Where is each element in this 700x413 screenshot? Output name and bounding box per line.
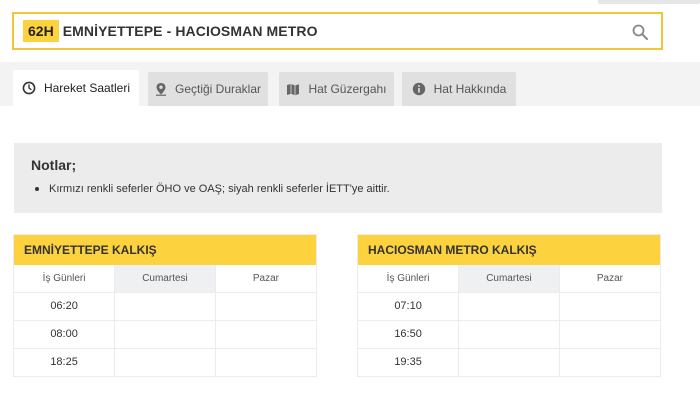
tab-label: Hareket Saatleri [43,81,131,95]
column-header-is-gunleri[interactable]: İş Günleri [358,265,460,293]
departure-time [559,320,660,349]
departure-time [114,292,216,321]
departure-time [458,292,560,321]
map-pin-icon [155,83,166,96]
departure-time: 19:35 [358,348,460,376]
table-row: 19:35 [358,348,660,376]
departure-time: 16:50 [358,320,460,349]
table-row: 07:10 [358,292,660,321]
column-header-pazar[interactable]: Pazar [215,265,316,293]
route-search-box[interactable]: 62H EMNİYETTEPE - HACIOSMAN METRO [12,12,663,50]
tab-gectigi-duraklar[interactable]: Geçtiği Duraklar [148,72,268,106]
tabs-bar: Hareket Saatleri Geçtiği Duraklar Hat Gü… [0,62,700,106]
table-row: 08:00 [14,320,316,349]
table-row: 06:20 [14,292,316,321]
top-right-panel-edge [598,0,700,4]
table-row: 16:50 [358,320,660,349]
departure-time [114,320,216,349]
tab-hat-guzergahi[interactable]: Hat Güzergahı [279,72,394,106]
tab-label: Geçtiği Duraklar [174,82,262,96]
notes-item: Kırmızı renkli seferler ÖHO ve OAŞ; siya… [31,183,645,195]
departure-time [215,320,316,349]
schedule-emniyettepe: EMNİYETTEPE KALKIŞ İş Günleri Cumartesi … [13,234,317,377]
tab-hareket-saatleri[interactable]: Hareket Saatleri [13,70,139,106]
route-name: EMNİYETTEPE - HACIOSMAN METRO [62,23,318,39]
departure-time [458,320,560,349]
departure-time: 06:20 [14,292,116,321]
departure-time [458,348,560,376]
tab-content-area: Notlar; Kırmızı renkli seferler ÖHO ve O… [0,106,700,413]
notes-item-text: Kırmızı renkli seferler ÖHO ve OAŞ; siya… [49,183,390,195]
notes-panel: Notlar; Kırmızı renkli seferler ÖHO ve O… [14,143,662,213]
departure-time [114,348,216,376]
info-icon [412,82,425,96]
table-row: 18:25 [14,348,316,376]
tab-label: Hat Hakkında [433,82,507,96]
column-header-pazar[interactable]: Pazar [559,265,660,293]
notes-title: Notlar; [31,157,77,173]
departure-time [559,292,660,321]
schedule-table: İş Günleri Cumartesi Pazar 07:10 16:50 1… [358,265,660,376]
departure-time: 08:00 [14,320,116,349]
clock-icon [22,81,36,95]
schedule-haciosman-metro: HACIOSMAN METRO KALKIŞ İş Günleri Cumart… [357,234,661,377]
departure-time [559,348,660,376]
map-icon [287,83,300,95]
route-code-badge: 62H [23,20,59,42]
departure-time: 18:25 [14,348,116,376]
column-header-cumartesi[interactable]: Cumartesi [114,265,216,293]
tab-label: Hat Güzergahı [308,82,387,96]
tab-hat-hakkinda[interactable]: Hat Hakkında [402,72,516,106]
schedule-table: İş Günleri Cumartesi Pazar 06:20 08:00 1… [14,265,316,376]
departure-time: 07:10 [358,292,460,321]
column-header-cumartesi[interactable]: Cumartesi [458,265,560,293]
bullet-icon [35,187,39,191]
schedule-title: HACIOSMAN METRO KALKIŞ [358,235,660,265]
column-header-is-gunleri[interactable]: İş Günleri [14,265,116,293]
departure-time [215,292,316,321]
departure-time [215,348,316,376]
search-icon[interactable] [631,23,649,41]
schedule-title: EMNİYETTEPE KALKIŞ [14,235,316,265]
